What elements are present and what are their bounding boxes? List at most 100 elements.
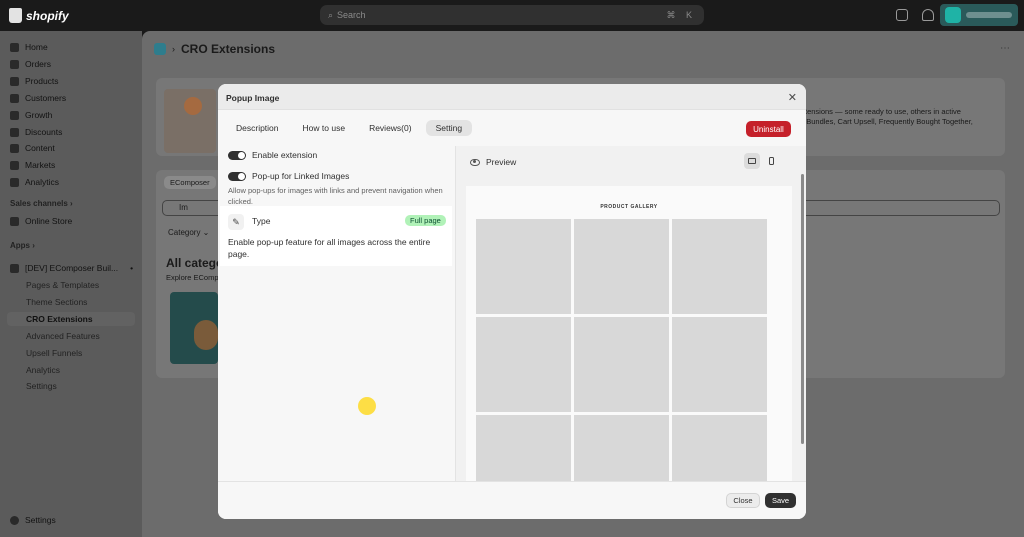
device-toggle xyxy=(744,153,779,169)
modal-header: Popup Image ✕ xyxy=(218,84,806,110)
sidebar-subitem-theme-sections[interactable]: Theme Sections xyxy=(26,297,87,307)
popup-linked-help: Allow pop-ups for images with links and … xyxy=(228,186,443,206)
page-header: › CRO Extensions xyxy=(154,42,275,56)
sidebar-item-label: Growth xyxy=(25,110,53,120)
mobile-icon xyxy=(768,157,774,165)
sidebar-item-app[interactable]: [DEV] EComposer Buil... • xyxy=(10,261,133,275)
tab-reviews[interactable]: Reviews(0) xyxy=(359,120,422,136)
sidebar-subitem-analytics[interactable]: Analytics xyxy=(26,365,60,375)
popup-linked-row: Pop-up for Linked Images xyxy=(228,171,349,181)
tab-setting[interactable]: Setting xyxy=(425,120,473,136)
sidebar-item-markets[interactable]: Markets xyxy=(10,158,55,172)
growth-icon xyxy=(10,110,19,120)
modal-footer: Close Save xyxy=(218,481,806,519)
sidebar-item-settings[interactable]: Settings xyxy=(10,515,56,525)
sidebar-subitem-pages-templates[interactable]: Pages & Templates xyxy=(26,280,99,290)
popup-linked-label: Pop-up for Linked Images xyxy=(252,171,350,181)
shopify-logo[interactable]: shopify xyxy=(9,8,69,23)
gallery-image[interactable] xyxy=(574,219,669,314)
type-description: Enable pop-up feature for all images acr… xyxy=(228,237,431,259)
close-button[interactable]: Close xyxy=(726,493,760,508)
gallery-image[interactable] xyxy=(476,415,571,481)
sales-channels-heading[interactable]: Sales channels › xyxy=(10,199,73,208)
account-menu[interactable] xyxy=(940,4,1018,26)
app-icon xyxy=(10,263,19,273)
gallery-image[interactable] xyxy=(574,317,669,412)
sidebar-item-label: Home xyxy=(25,42,48,52)
search-icon: ⌕ xyxy=(328,9,334,20)
products-icon xyxy=(10,76,19,86)
sidebar-item-label: Customers xyxy=(25,93,67,103)
sidebar-item-home[interactable]: Home xyxy=(10,40,48,54)
sidebar-item-label: Online Store xyxy=(25,216,73,226)
sidebar: Home Orders Products Customers Growth Di… xyxy=(0,31,142,537)
search-placeholder: Search xyxy=(337,10,366,20)
apps-heading[interactable]: Apps › xyxy=(10,241,35,250)
enable-extension-row: Enable extension xyxy=(228,150,317,160)
orders-icon xyxy=(10,59,19,69)
sidebar-subitem-cro-extensions[interactable]: CRO Extensions xyxy=(26,314,93,324)
search-bar[interactable]: ⌕ Search ⌘ K xyxy=(320,5,704,25)
online-store-icon xyxy=(10,216,19,226)
gallery-image[interactable] xyxy=(672,415,767,481)
bell-icon[interactable] xyxy=(922,9,934,21)
tab-description[interactable]: Description xyxy=(226,120,289,136)
sidebar-subitem-settings[interactable]: Settings xyxy=(26,381,57,391)
uninstall-button[interactable]: Uninstall xyxy=(746,121,791,137)
explore-subtitle: Explore EComp xyxy=(166,273,219,282)
gallery-image[interactable] xyxy=(672,317,767,412)
preview-label: Preview xyxy=(486,157,517,167)
top-bar: shopify ⌕ Search ⌘ K xyxy=(0,0,1024,31)
type-setting-card[interactable]: ✎ Type Full page Enable pop-up feature f… xyxy=(220,206,452,266)
close-icon[interactable]: ✕ xyxy=(788,91,797,104)
preview-scrollbar[interactable] xyxy=(801,174,804,444)
preview-panel: Preview PRODUCT GALLERY xyxy=(455,146,806,481)
sidebar-item-discounts[interactable]: Discounts xyxy=(10,125,62,139)
gallery-image[interactable] xyxy=(574,415,669,481)
pencil-icon[interactable]: ✎ xyxy=(228,214,244,230)
store-icon[interactable] xyxy=(896,9,908,21)
page-title: CRO Extensions xyxy=(181,42,276,56)
intro-text-line-1: tensions — some ready to use, others in … xyxy=(805,107,961,116)
sidebar-item-label: Orders xyxy=(25,59,51,69)
sidebar-subitem-advanced-features[interactable]: Advanced Features xyxy=(26,331,100,341)
popup-image-modal: Popup Image ✕ Description How to use Rev… xyxy=(218,84,806,519)
sidebar-item-products[interactable]: Products xyxy=(10,74,59,88)
gallery-image[interactable] xyxy=(476,219,571,314)
sidebar-item-orders[interactable]: Orders xyxy=(10,57,51,71)
gallery-image[interactable] xyxy=(476,317,571,412)
save-button[interactable]: Save xyxy=(765,493,796,508)
filter-tab-ecomposer[interactable]: EComposer xyxy=(164,176,216,189)
sidebar-item-online-store[interactable]: Online Store xyxy=(10,214,72,228)
modal-title: Popup Image xyxy=(226,93,280,103)
desktop-view-button[interactable] xyxy=(744,153,760,169)
sidebar-subitem-upsell-funnels[interactable]: Upsell Funnels xyxy=(26,348,82,358)
modal-tabs: Description How to use Reviews(0) Settin… xyxy=(226,120,473,136)
popup-linked-toggle[interactable] xyxy=(228,171,246,181)
extension-thumbnail[interactable] xyxy=(170,292,218,364)
pin-icon: • xyxy=(130,263,134,273)
content-icon xyxy=(10,143,19,153)
sidebar-item-label: Content xyxy=(25,143,55,153)
preview-header: Preview xyxy=(470,157,516,167)
category-dropdown[interactable]: Category ⌄ xyxy=(168,228,209,237)
sidebar-item-growth[interactable]: Growth xyxy=(10,108,52,122)
desktop-icon xyxy=(748,158,756,164)
eye-icon xyxy=(470,158,480,166)
gallery-image[interactable] xyxy=(672,219,767,314)
more-actions-icon[interactable]: ⋯ xyxy=(1000,43,1010,54)
sidebar-item-customers[interactable]: Customers xyxy=(10,91,66,105)
enable-extension-label: Enable extension xyxy=(252,150,318,160)
tab-how-to-use[interactable]: How to use xyxy=(293,120,356,136)
search-shortcut: ⌘ K xyxy=(666,9,696,20)
all-categories-heading: All catego xyxy=(166,256,224,270)
sidebar-item-label: Analytics xyxy=(25,177,60,187)
enable-extension-toggle[interactable] xyxy=(228,150,246,160)
sidebar-item-label: Discounts xyxy=(25,127,63,137)
sidebar-item-content[interactable]: Content xyxy=(10,141,55,155)
sidebar-item-analytics[interactable]: Analytics xyxy=(10,175,59,189)
mobile-view-button[interactable] xyxy=(763,153,779,169)
preview-frame: PRODUCT GALLERY xyxy=(466,186,792,481)
sidebar-item-label: Markets xyxy=(25,160,56,170)
intro-illustration xyxy=(164,89,216,153)
